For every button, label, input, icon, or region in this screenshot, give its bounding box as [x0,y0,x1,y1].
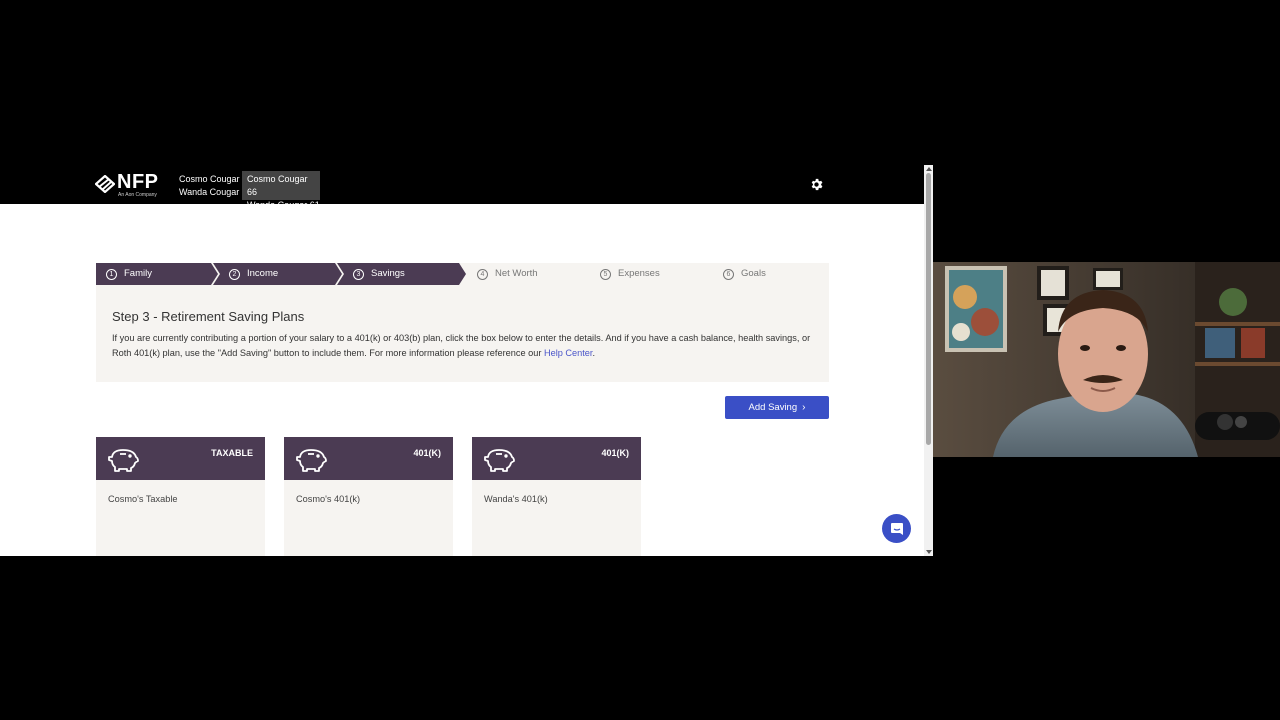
client-2-name: Wanda Cougar [179,187,240,197]
intro-body-end: . [592,348,596,358]
add-saving-label: Add Saving [748,402,798,413]
piggy-bank-icon [484,449,515,472]
step-number: 6 [723,268,734,280]
client-ages-tooltip: Cosmo Cougar 66 Wanda Cougar 61 [242,171,320,210]
vertical-scrollbar[interactable] [924,165,933,556]
gear-icon[interactable] [809,177,824,192]
webcam-feed-image [933,262,1280,457]
step-net-worth[interactable]: 4 Net Worth [477,263,538,285]
logo-subtext: An Aon Company [118,192,157,198]
step-savings[interactable]: 3 Savings [353,263,405,285]
card-header: TAXABLE [96,437,265,480]
client-2-age: Wanda Cougar 61 [247,200,320,210]
chat-support-button[interactable] [882,514,911,543]
step-number: 1 [106,268,117,280]
step-expenses[interactable]: 5 Expenses [600,263,660,285]
saving-card-cosmo-401k[interactable]: 401(K) Cosmo's 401(k) [284,437,453,556]
app-window: NFP An Aon Company Cosmo Cougar Wanda Co… [0,165,933,556]
step-goals[interactable]: 6 Goals [723,263,766,285]
step-family[interactable]: 1 Family [106,263,152,285]
step-label: Goals [741,268,766,279]
step-income[interactable]: 2 Income [229,263,278,285]
saving-card-cosmo-taxable[interactable]: TAXABLE Cosmo's Taxable [96,437,265,556]
webcam-video [933,262,1280,457]
card-header: 401(K) [284,437,453,480]
chevron-right-icon: › [802,402,806,413]
intro-body: If you are currently contributing a port… [112,333,811,358]
piggy-bank-icon [296,449,327,472]
step-label: Family [124,268,152,279]
chat-icon [890,522,903,535]
step-label: Income [247,268,279,279]
nfp-logo[interactable]: NFP An Aon Company [95,171,167,199]
step-label: Savings [371,268,405,279]
saving-card-wanda-401k[interactable]: 401(K) Wanda's 401(k) [472,437,641,556]
scroll-up-arrow-icon[interactable] [926,167,932,171]
scroll-down-arrow-icon[interactable] [926,550,932,554]
card-title: Wanda's 401(k) [484,494,548,504]
page-title: Step 3 - Retirement Saving Plans [112,309,305,324]
client-1-age: Cosmo Cougar 66 [247,174,308,197]
client-names[interactable]: Cosmo Cougar Wanda Cougar [179,173,240,199]
nfp-logo-mark-icon [95,175,115,193]
intro-text: If you are currently contributing a port… [112,331,812,361]
screen: NFP An Aon Company Cosmo Cougar Wanda Co… [0,0,1280,720]
card-type-badge: 401(K) [601,448,629,458]
card-type-badge: 401(K) [413,448,441,458]
step-label: Net Worth [495,268,538,279]
card-title: Cosmo's 401(k) [296,494,361,504]
step-number: 4 [477,268,488,280]
top-bar: NFP An Aon Company Cosmo Cougar Wanda Co… [0,165,924,210]
step-number: 3 [353,268,364,280]
step-number: 5 [600,268,611,280]
card-type-badge: TAXABLE [211,448,253,458]
add-saving-button[interactable]: Add Saving › [725,396,829,419]
scroll-thumb[interactable] [926,173,931,445]
card-title: Cosmo's Taxable [108,494,178,504]
progress-stepper: 1 Family 2 Income 3 Savings 4 Net Worth … [96,263,829,285]
card-header: 401(K) [472,437,641,480]
intro-panel: Step 3 - Retirement Saving Plans If you … [96,285,829,382]
client-1-name: Cosmo Cougar [179,174,240,184]
step-label: Expenses [618,268,660,279]
step-number: 2 [229,268,240,280]
logo-text: NFP [117,171,159,193]
help-center-link[interactable]: Help Center [544,348,593,358]
piggy-bank-icon [108,449,139,472]
